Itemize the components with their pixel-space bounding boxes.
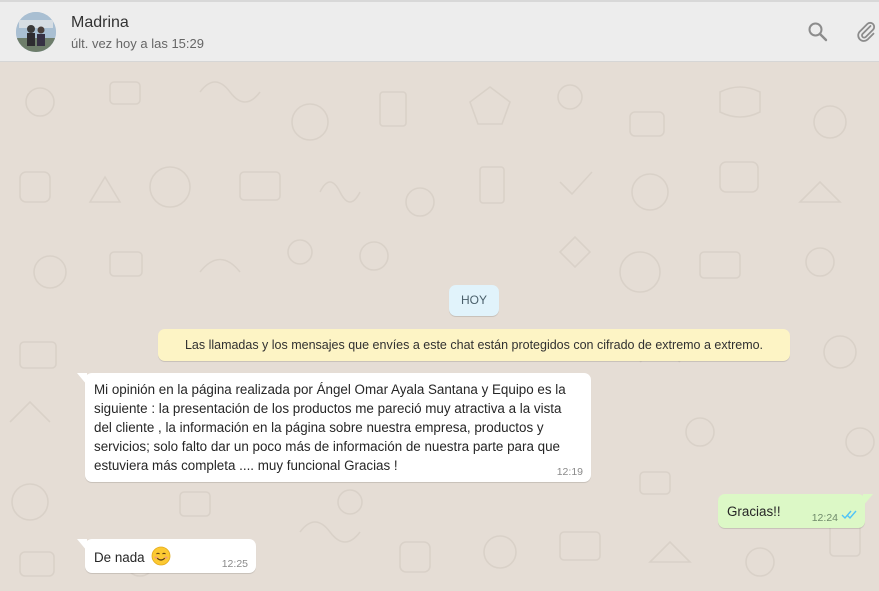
contact-name[interactable]: Madrina [71,14,129,32]
attach-button[interactable] [854,20,878,44]
message-text: Gracias!! [727,504,781,519]
chat-window: Madrina últ. vez hoy a las 15:29 HOY Las… [0,0,879,591]
bubble-tail [77,539,87,551]
smiling-face-icon [151,546,171,569]
last-seen-status: últ. vez hoy a las 15:29 [71,36,204,51]
incoming-message[interactable]: De nada 12:25 [77,539,256,573]
double-check-read-icon [841,508,857,523]
message-time: 12:24 [811,512,838,524]
encryption-notice[interactable]: Las llamadas y los mensajes que envíes a… [158,329,790,361]
chat-header: Madrina últ. vez hoy a las 15:29 [0,0,879,62]
message-text: Mi opinión en la página realizada por Án… [94,382,566,473]
bubble-tail [77,373,87,385]
outgoing-message[interactable]: Gracias!! 12:24 [718,494,873,528]
search-button[interactable] [806,20,830,44]
avatar[interactable] [16,12,56,52]
chat-messages-area[interactable]: HOY Las llamadas y los mensajes que enví… [0,62,879,591]
message-text: De nada [94,550,145,565]
search-icon [808,22,828,42]
date-divider: HOY [449,285,499,316]
paperclip-icon [857,21,876,42]
incoming-message[interactable]: Mi opinión en la página realizada por Án… [77,373,591,482]
message-time: 12:25 [221,558,248,570]
message-time: 12:19 [556,466,583,478]
bubble-tail [863,494,873,506]
avatar-photo-icon [16,12,56,52]
